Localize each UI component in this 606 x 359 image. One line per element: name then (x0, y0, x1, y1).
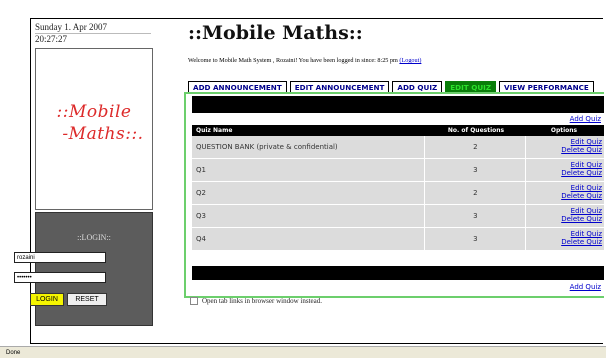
question-count: 3 (425, 228, 527, 250)
edit-quiz-link[interactable]: Edit Quiz (526, 230, 602, 238)
quiz-name: QUESTION BANK (private & confidential) (192, 136, 426, 158)
time-text: 20:27:27 (35, 33, 151, 45)
question-count: 2 (425, 182, 527, 204)
logo-line-2: -Maths::. (62, 124, 144, 144)
question-count: 3 (425, 205, 527, 227)
add-quiz-link-top[interactable]: Add Quiz (570, 115, 601, 123)
delete-quiz-link[interactable]: Delete Quiz (526, 192, 602, 200)
question-count: 3 (425, 159, 527, 181)
edit-quiz-link[interactable]: Edit Quiz (526, 207, 602, 215)
edit-quiz-link[interactable]: Edit Quiz (526, 184, 602, 192)
delete-quiz-link[interactable]: Delete Quiz (526, 169, 602, 177)
question-count: 2 (425, 136, 527, 158)
quiz-name: Q3 (192, 205, 426, 227)
open-tab-checkbox[interactable] (190, 297, 198, 305)
top-bar (192, 96, 604, 113)
delete-quiz-link[interactable]: Delete Quiz (526, 215, 602, 223)
username-field[interactable]: rozaini (14, 252, 106, 263)
delete-quiz-link[interactable]: Delete Quiz (526, 146, 602, 154)
welcome-message: Welcome to Mobile Math System , Rozaini!… (188, 57, 598, 64)
reset-button[interactable]: RESET (67, 293, 107, 306)
table-row: QUESTION BANK (private & confidential) 2… (192, 136, 604, 159)
date-time-box: Sunday 1. Apr 2007 20:27:27 (35, 22, 151, 46)
logo-panel: ::Mobile -Maths::. (35, 48, 153, 210)
logout-link[interactable]: (Logout) (399, 57, 421, 64)
options-cell: Edit Quiz Delete Quiz (526, 182, 604, 204)
edit-quiz-link[interactable]: Edit Quiz (526, 138, 602, 146)
logo: ::Mobile -Maths::. (36, 101, 152, 145)
date-text: Sunday 1. Apr 2007 (35, 22, 107, 32)
login-panel: ::LOGIN:: (35, 212, 153, 326)
edit-quiz-panel: Add Quiz Quiz Name No. of Questions Opti… (184, 92, 604, 298)
delete-quiz-link[interactable]: Delete Quiz (526, 238, 602, 246)
table-row: Q3 3 Edit Quiz Delete Quiz (192, 205, 604, 228)
table-header: Quiz Name No. of Questions Options (192, 125, 604, 136)
table-row: Q2 2 Edit Quiz Delete Quiz (192, 182, 604, 205)
page-title: ::Mobile Maths:: (188, 22, 363, 44)
options-cell: Edit Quiz Delete Quiz (526, 228, 604, 250)
header-options: Options (550, 127, 578, 134)
options-cell: Edit Quiz Delete Quiz (526, 205, 604, 227)
bottom-bar (192, 266, 604, 280)
login-button[interactable]: LOGIN (30, 293, 64, 306)
quiz-name: Q2 (192, 182, 426, 204)
options-cell: Edit Quiz Delete Quiz (526, 159, 604, 181)
table-row: Q1 3 Edit Quiz Delete Quiz (192, 159, 604, 182)
open-tab-label: Open tab links in browser window instead… (202, 297, 322, 305)
login-title: ::LOGIN:: (77, 233, 111, 242)
status-text: Done (6, 350, 21, 356)
add-quiz-link-bottom[interactable]: Add Quiz (570, 283, 601, 291)
quiz-table: Quiz Name No. of Questions Options QUEST… (192, 125, 604, 251)
password-field[interactable]: ••••••• (14, 272, 106, 283)
quiz-name: Q1 (192, 159, 426, 181)
logo-line-1: ::Mobile (56, 102, 132, 122)
header-quiz-name: Quiz Name (196, 127, 233, 134)
welcome-text: Welcome to Mobile Math System , Rozaini!… (188, 57, 398, 64)
header-num-questions: No. of Questions (447, 127, 505, 134)
edit-quiz-link[interactable]: Edit Quiz (526, 161, 602, 169)
options-cell: Edit Quiz Delete Quiz (526, 136, 604, 158)
browser-status-bar: Done (0, 346, 606, 358)
table-row: Q4 3 Edit Quiz Delete Quiz (192, 228, 604, 251)
quiz-name: Q4 (192, 228, 426, 250)
open-tab-option: Open tab links in browser window instead… (190, 297, 322, 305)
